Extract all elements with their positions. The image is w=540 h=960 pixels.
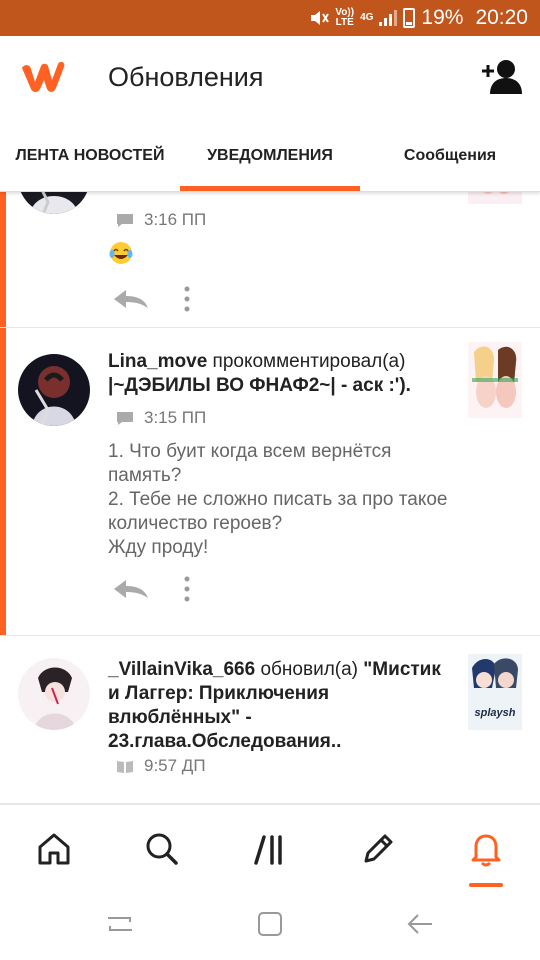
reply-icon[interactable] [112, 288, 150, 310]
battery-icon [403, 8, 416, 28]
more-options-icon[interactable] [182, 576, 192, 602]
clock: 20:20 [475, 6, 528, 29]
status-bar: Vo)) LTE 4G 19% 20:20 [0, 0, 540, 36]
user-avatar[interactable] [18, 192, 90, 214]
recent-apps-icon[interactable] [104, 908, 136, 940]
comment-icon [117, 213, 133, 227]
nav-write-button[interactable] [324, 805, 432, 893]
back-icon[interactable] [404, 908, 436, 940]
nav-library-button[interactable] [216, 805, 324, 893]
bottom-navigation [0, 804, 540, 892]
story-cover[interactable] [468, 342, 522, 418]
library-icon [254, 835, 282, 865]
book-icon [117, 760, 133, 773]
notification-time: 9:57 ДП [144, 756, 206, 775]
nav-search-button[interactable] [108, 805, 216, 893]
story-cover[interactable] [468, 192, 522, 204]
search-icon [146, 833, 178, 865]
bell-icon [471, 834, 501, 867]
notification-item[interactable]: Lina_move прокомментировал(а) |~ДЭБИЛЫ В… [0, 328, 540, 636]
notification-item[interactable]: splaysh _VillainVika_666 обновил(а) "Мис… [0, 636, 540, 804]
page-title: Обновления [108, 62, 264, 92]
more-options-icon[interactable] [182, 286, 192, 312]
notification-action: прокомментировал(а) [207, 351, 406, 372]
add-user-icon[interactable] [480, 58, 522, 96]
notification-meta: 3:16 ПП [116, 210, 206, 230]
system-navigation-bar [0, 892, 540, 960]
notification-time: 3:15 ПП [144, 408, 207, 427]
notification-item[interactable]: 3:16 ПП [0, 192, 540, 328]
notification-meta: 3:15 ПП [116, 408, 206, 428]
comment-icon [117, 411, 133, 425]
pencil-icon [364, 834, 393, 863]
story-cover[interactable]: splaysh [468, 654, 522, 730]
notification-action: обновил(а) [255, 659, 364, 680]
user-avatar[interactable] [18, 658, 90, 730]
notification-meta: 9:57 ДП [116, 756, 206, 776]
home-icon [38, 833, 70, 865]
notifications-feed[interactable]: 3:16 ПП Lina_move прокомментировал(а) |~… [0, 192, 540, 804]
notification-username[interactable]: _VillainVika_666 [108, 659, 255, 680]
volte-indicator: Vo)) LTE [335, 7, 355, 28]
notification-headline[interactable]: Lina_move прокомментировал(а) |~ДЭБИЛЫ В… [108, 350, 454, 398]
mute-icon [311, 11, 330, 25]
user-avatar[interactable] [18, 354, 90, 426]
app-bar: Обновления [0, 36, 540, 120]
comment-text: 1. Что буит когда всем вернётся память? … [108, 441, 448, 558]
network-type: 4G [360, 12, 374, 23]
active-tab-indicator [180, 186, 360, 191]
notification-headline[interactable]: _VillainVika_666 обновил(а) "Мистик и Ла… [108, 658, 454, 754]
tab-news-feed[interactable]: ЛЕНТА НОВОСТЕЙ [0, 120, 180, 192]
tab-notifications[interactable]: УВЕДОМЛЕНИЯ [180, 120, 360, 192]
wattpad-w-logo[interactable] [18, 56, 68, 96]
nav-home-button[interactable] [0, 805, 108, 893]
laughing-tears-emoji [109, 242, 133, 264]
tab-bar: ЛЕНТА НОВОСТЕЙ УВЕДОМЛЕНИЯ Сообщения [0, 120, 540, 192]
tab-messages[interactable]: Сообщения [360, 120, 540, 192]
notification-username[interactable]: Lina_move [108, 351, 207, 372]
active-nav-indicator [469, 883, 503, 887]
home-button-icon[interactable] [254, 908, 286, 940]
svg-text:splaysh: splaysh [475, 707, 516, 719]
nav-notifications-button[interactable] [432, 805, 540, 893]
notification-time: 3:16 ПП [144, 210, 207, 229]
notification-story-title[interactable]: |~ДЭБИЛЫ ВО ФНАФ2~| - аск :'). [108, 375, 411, 396]
signal-icon [379, 10, 398, 26]
reply-icon[interactable] [112, 578, 150, 600]
battery-level: 19% [421, 6, 464, 29]
